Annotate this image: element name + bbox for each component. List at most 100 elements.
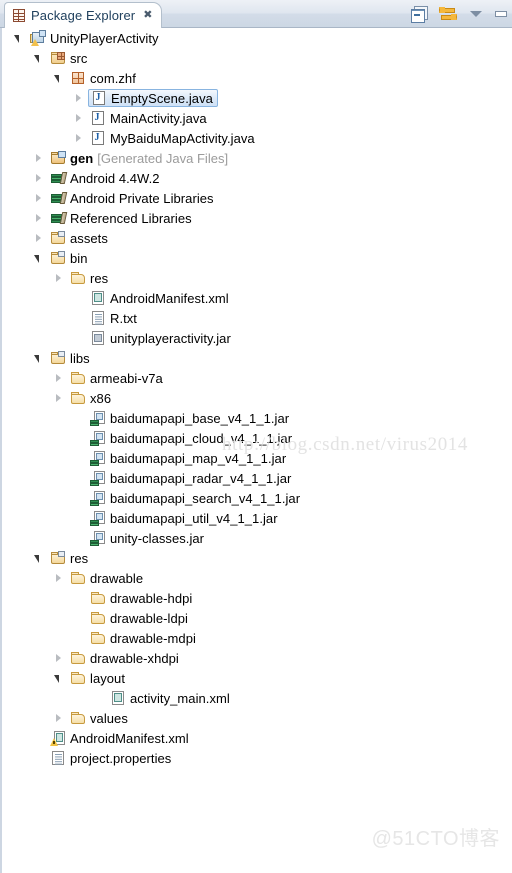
twisty-collapsed-icon[interactable]: [34, 173, 43, 183]
tree-row-content[interactable]: activity_main.xml: [110, 690, 230, 706]
tree-row-content[interactable]: baidumapapi_map_v4_1_1.jar: [90, 450, 286, 466]
tree-row[interactable]: J MainActivity.java: [2, 108, 512, 128]
tree-row-content[interactable]: drawable-mdpi: [90, 630, 196, 646]
twisty-collapsed-icon[interactable]: [34, 213, 43, 223]
tree-row-content[interactable]: res: [70, 270, 108, 286]
twisty-expanded-icon[interactable]: [54, 74, 63, 83]
tree-row[interactable]: bin: [2, 248, 512, 268]
tree-row-content[interactable]: assets: [50, 230, 108, 246]
tree-row[interactable]: drawable-ldpi: [2, 608, 512, 628]
tree-row-content[interactable]: unityplayeractivity.jar: [90, 330, 231, 346]
tree-row-content[interactable]: R.txt: [90, 310, 137, 326]
tree-row[interactable]: values: [2, 708, 512, 728]
tree-row[interactable]: Android 4.4W.2: [2, 168, 512, 188]
tree-row-content[interactable]: baidumapapi_base_v4_1_1.jar: [90, 410, 289, 426]
tree-row-content[interactable]: Android Private Libraries: [50, 190, 214, 206]
tree-row[interactable]: libs: [2, 348, 512, 368]
tree-row[interactable]: res: [2, 268, 512, 288]
tree-row[interactable]: AndroidManifest.xml: [2, 728, 512, 748]
tree-row-content[interactable]: com.zhf: [70, 70, 136, 86]
twisty-collapsed-icon[interactable]: [54, 653, 63, 663]
tree-row[interactable]: drawable-xhdpi: [2, 648, 512, 668]
tree-row-content[interactable]: J MyBaiduMapActivity.java: [90, 130, 255, 146]
tree-row-content[interactable]: baidumapapi_util_v4_1_1.jar: [90, 510, 278, 526]
tree-row-content[interactable]: J MainActivity.java: [90, 110, 207, 126]
twisty-collapsed-icon[interactable]: [34, 233, 43, 243]
twisty-collapsed-icon[interactable]: [34, 193, 43, 203]
tree-row[interactable]: x86: [2, 388, 512, 408]
tree-row[interactable]: baidumapapi_util_v4_1_1.jar: [2, 508, 512, 528]
tree-row[interactable]: drawable-mdpi: [2, 628, 512, 648]
tree-row[interactable]: activity_main.xml: [2, 688, 512, 708]
tree-row[interactable]: baidumapapi_radar_v4_1_1.jar: [2, 468, 512, 488]
twisty-collapsed-icon[interactable]: [54, 273, 63, 283]
tree-row[interactable]: src: [2, 48, 512, 68]
tree-row[interactable]: Android Private Libraries: [2, 188, 512, 208]
tree-row-content[interactable]: Referenced Libraries: [50, 210, 192, 226]
tree-row[interactable]: baidumapapi_cloud_v4_1_1.jar: [2, 428, 512, 448]
twisty-collapsed-icon[interactable]: [54, 373, 63, 383]
twisty-collapsed-icon[interactable]: [54, 393, 63, 403]
twisty-expanded-icon[interactable]: [34, 354, 43, 363]
tree-row-content[interactable]: res: [50, 550, 88, 566]
twisty-expanded-icon[interactable]: [54, 674, 63, 683]
twisty-collapsed-icon[interactable]: [54, 573, 63, 583]
twisty-expanded-icon[interactable]: [14, 34, 23, 43]
twisty-collapsed-icon[interactable]: [34, 153, 43, 163]
tree-row[interactable]: armeabi-v7a: [2, 368, 512, 388]
tree-row-content[interactable]: src: [50, 50, 87, 66]
tree-row-content[interactable]: unity-classes.jar: [90, 530, 204, 546]
tree-row-content[interactable]: drawable: [70, 570, 143, 586]
tree-row[interactable]: gen [Generated Java Files]: [2, 148, 512, 168]
tree-row[interactable]: J MyBaiduMapActivity.java: [2, 128, 512, 148]
tree-row[interactable]: UnityPlayerActivity: [2, 28, 512, 48]
tree-row[interactable]: drawable-hdpi: [2, 588, 512, 608]
twisty-collapsed-icon[interactable]: [74, 93, 83, 103]
view-menu-button[interactable]: [470, 10, 482, 17]
tree-row[interactable]: AndroidManifest.xml: [2, 288, 512, 308]
tree-row[interactable]: com.zhf: [2, 68, 512, 88]
tree-row-content[interactable]: drawable-ldpi: [90, 610, 188, 626]
tree-row[interactable]: drawable: [2, 568, 512, 588]
tree-row-content[interactable]: bin: [50, 250, 88, 266]
tree-row-content[interactable]: gen [Generated Java Files]: [50, 150, 228, 166]
collapse-all-button[interactable]: [411, 6, 428, 23]
twisty-expanded-icon[interactable]: [34, 54, 43, 63]
tree-row[interactable]: res: [2, 548, 512, 568]
tab-package-explorer[interactable]: Package Explorer ✖: [4, 2, 163, 28]
tree-row[interactable]: layout: [2, 668, 512, 688]
tree-row-content[interactable]: AndroidManifest.xml: [50, 730, 189, 746]
tree-row-content[interactable]: armeabi-v7a: [70, 370, 163, 386]
tree-row-content[interactable]: drawable-xhdpi: [70, 650, 179, 666]
link-with-editor-button[interactable]: [439, 6, 457, 22]
twisty-expanded-icon[interactable]: [34, 554, 43, 563]
tree-row-content[interactable]: x86: [70, 390, 111, 406]
tree-row-content[interactable]: drawable-hdpi: [90, 590, 192, 606]
tree-row-content[interactable]: AndroidManifest.xml: [90, 290, 229, 306]
tree-row-content[interactable]: UnityPlayerActivity: [30, 30, 159, 46]
tree-row[interactable]: project.properties: [2, 748, 512, 768]
tree-row-content[interactable]: project.properties: [50, 750, 171, 766]
tree-row-content[interactable]: baidumapapi_cloud_v4_1_1.jar: [90, 430, 292, 446]
twisty-collapsed-icon[interactable]: [74, 133, 83, 143]
tree-row[interactable]: Referenced Libraries: [2, 208, 512, 228]
tree-row-content[interactable]: Android 4.4W.2: [50, 170, 160, 186]
tree-row[interactable]: R.txt: [2, 308, 512, 328]
tree-row-content[interactable]: values: [70, 710, 128, 726]
close-icon[interactable]: ✖: [143, 10, 152, 21]
twisty-collapsed-icon[interactable]: [54, 713, 63, 723]
tree-row-content[interactable]: layout: [70, 670, 125, 686]
twisty-collapsed-icon[interactable]: [74, 113, 83, 123]
tree-row-content[interactable]: baidumapapi_radar_v4_1_1.jar: [90, 470, 291, 486]
twisty-expanded-icon[interactable]: [34, 254, 43, 263]
tree-row[interactable]: baidumapapi_map_v4_1_1.jar: [2, 448, 512, 468]
tree-row-content[interactable]: libs: [50, 350, 90, 366]
tree-row-selection[interactable]: J EmptyScene.java: [88, 89, 218, 107]
tree-row-content[interactable]: baidumapapi_search_v4_1_1.jar: [90, 490, 300, 506]
tree-row[interactable]: baidumapapi_base_v4_1_1.jar: [2, 408, 512, 428]
tree-row[interactable]: J EmptyScene.java: [2, 88, 512, 108]
tree-row[interactable]: unityplayeractivity.jar: [2, 328, 512, 348]
minimize-button[interactable]: [495, 10, 507, 17]
project-tree[interactable]: UnityPlayerActivity src com.zhf J EmptyScene…: [0, 28, 512, 873]
tree-row[interactable]: baidumapapi_search_v4_1_1.jar: [2, 488, 512, 508]
